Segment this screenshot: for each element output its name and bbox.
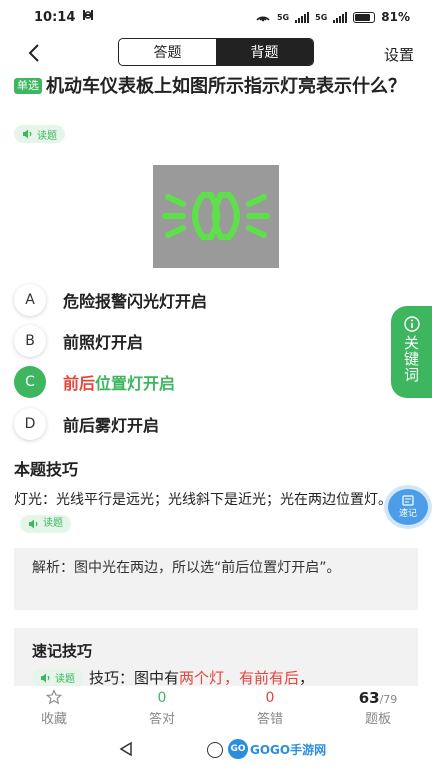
progress: 63/79 <box>359 689 398 707</box>
bottom-bar: 收藏 0 答对 0 答错 63/79 题板 <box>0 686 432 730</box>
option-a[interactable]: A 危险报警闪光灯开启 <box>14 284 207 316</box>
tips-title: 本题技巧 <box>14 460 79 479</box>
progress-total: /79 <box>379 693 398 706</box>
memo-read-label: 读题 <box>55 674 75 685</box>
memo-text: 技巧：图中有两个灯，有前有后， <box>89 667 314 688</box>
speaker-icon <box>41 673 50 682</box>
memo-highlight: 两个灯，有前有后 <box>179 669 300 687</box>
correct-label: 答对 <box>148 712 175 727</box>
nav-back-icon[interactable] <box>118 741 134 757</box>
question-text: 机动车仪表板上如图所示指示灯亮表示什么？ <box>46 76 406 97</box>
signal-icon <box>295 11 310 23</box>
correct-count-item: 0 答对 <box>108 686 216 730</box>
nav-home-icon[interactable] <box>207 742 223 758</box>
battery-icon <box>353 11 376 23</box>
option-c-text: 前后位置灯开启 <box>63 370 175 394</box>
quick-memo-float-button[interactable]: 速记 <box>388 489 428 525</box>
watermark-logo: GO <box>228 739 248 759</box>
watermark-text: GOGO手游网 <box>250 742 327 757</box>
signal-icon-2 <box>333 11 348 23</box>
info-icon <box>403 316 420 332</box>
net1-label: 5G <box>276 12 290 22</box>
memo-read-button[interactable]: 读题 <box>32 668 83 687</box>
keyword-side-tab-label: 关键词 <box>402 335 420 383</box>
speaker-icon <box>29 519 38 529</box>
option-c-letter: C <box>14 366 46 398</box>
hotspot-icon <box>255 10 271 25</box>
net2-label: 5G <box>315 12 328 22</box>
option-a-letter: A <box>14 284 46 316</box>
memo-suffix: ， <box>299 669 315 687</box>
watermark: GO GOGO手游网 <box>228 738 326 760</box>
star-icon <box>45 689 63 707</box>
question-board-label: 题板 <box>364 712 391 727</box>
option-c[interactable]: C 前后位置灯开启 <box>14 366 175 398</box>
option-c-text-green: 位置灯开启 <box>95 374 176 393</box>
question-type-badge: 单选 <box>14 78 42 94</box>
option-b-letter: B <box>14 325 46 357</box>
notification-icon <box>81 9 95 25</box>
memo-prefix: 技巧：图中有 <box>89 669 180 687</box>
option-d-text: 前后雾灯开启 <box>63 416 160 435</box>
wrong-count: 0 <box>265 690 275 706</box>
progress-current: 63 <box>358 689 380 707</box>
question-board-button[interactable]: 63/79 题板 <box>324 686 432 730</box>
collect-label: 收藏 <box>40 712 67 727</box>
back-button[interactable] <box>20 39 48 67</box>
correct-count: 0 <box>157 690 167 706</box>
analysis-text: 解析：图中光在两边，所以选“前后位置灯开启”。 <box>32 560 341 576</box>
status-time: 10:14 <box>34 9 76 25</box>
keyword-side-tab[interactable]: 关键词 <box>391 306 432 398</box>
wrong-label: 答错 <box>256 712 283 727</box>
system-nav-bar: GO GOGO手游网 <box>0 732 432 768</box>
tips-read-label: 读题 <box>43 518 63 529</box>
question-title: 单选 机动车仪表板上如图所示指示灯亮表示什么？ <box>14 74 414 99</box>
battery-percent: 81% <box>381 10 410 24</box>
tab-memorize[interactable]: 背题 <box>216 39 313 65</box>
tips-text: 灯光：光线平行是远光；光线斜下是近光；光在两边位置灯。 <box>14 492 392 508</box>
option-c-text-red: 前后 <box>63 374 96 393</box>
status-right: 5G 5G 81% <box>255 10 410 25</box>
memo-title: 速记技巧 <box>32 642 93 660</box>
speaker-icon <box>23 129 32 139</box>
status-bar: 10:14 5G 5G 81% <box>0 0 432 34</box>
memo-line: 读题 技巧：图中有两个灯，有前有后， <box>32 667 400 688</box>
collect-button[interactable]: 收藏 <box>0 686 108 730</box>
analysis-box: 解析：图中光在两边，所以选“前后位置灯开启”。 <box>14 548 418 610</box>
tips-read-button[interactable]: 读题 <box>20 515 71 533</box>
tips-text-block: 灯光：光线平行是远光；光线斜下是近光；光在两边位置灯。 读题 <box>14 487 406 539</box>
option-b[interactable]: B 前照灯开启 <box>14 325 143 357</box>
chevron-left-icon <box>28 44 39 62</box>
tab-answer[interactable]: 答题 <box>119 39 216 65</box>
question-image <box>153 165 279 268</box>
option-b-text: 前照灯开启 <box>63 333 144 352</box>
settings-button[interactable]: 设置 <box>384 44 414 65</box>
memo-icon <box>402 495 414 506</box>
mode-switch: 答题 背题 <box>118 38 314 66</box>
quick-memo-label: 速记 <box>398 509 417 519</box>
status-left: 10:14 <box>34 9 95 25</box>
position-light-icon <box>162 192 270 240</box>
option-a-text: 危险报警闪光灯开启 <box>63 292 208 311</box>
nav-bar: 答题 背题 设置 <box>0 36 432 70</box>
wrong-count-item: 0 答错 <box>216 686 324 730</box>
option-d[interactable]: D 前后雾灯开启 <box>14 408 159 440</box>
question-read-label: 读题 <box>37 130 57 142</box>
question-read-button[interactable]: 读题 <box>14 124 65 143</box>
option-d-letter: D <box>14 408 46 440</box>
